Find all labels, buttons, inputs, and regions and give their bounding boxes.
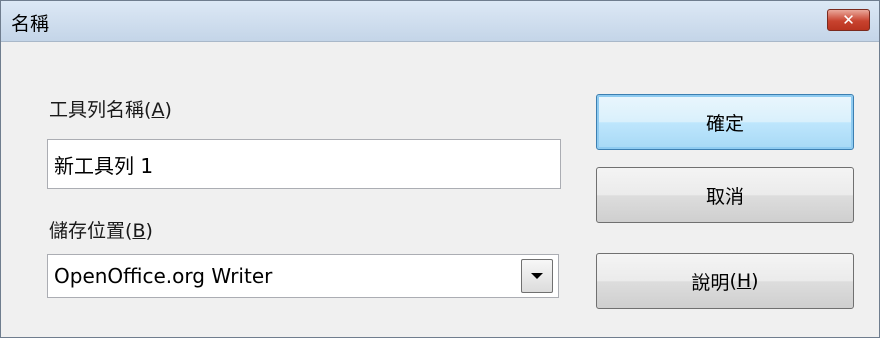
cancel-button[interactable]: 取消	[596, 167, 854, 223]
window-title: 名稱	[11, 13, 50, 35]
toolbar-name-input[interactable]: 新工具列 1	[47, 139, 561, 189]
name-dialog: 名稱 ✕ 工具列名稱(A) 新工具列 1 儲存位置(B) OpenOffice.…	[0, 0, 880, 338]
ok-button[interactable]: 確定	[596, 94, 854, 150]
toolbar-name-label: 工具列名稱(A)	[49, 99, 172, 121]
save-location-label: 儲存位置(B)	[49, 220, 153, 242]
dropdown-button[interactable]	[521, 259, 553, 293]
chevron-down-icon	[531, 273, 543, 279]
close-button[interactable]: ✕	[827, 9, 870, 31]
save-location-select[interactable]: OpenOffice.org Writer	[47, 254, 559, 298]
close-icon: ✕	[842, 11, 855, 29]
help-button[interactable]: 說明(H)	[596, 253, 854, 309]
title-bar: 名稱 ✕	[1, 1, 879, 42]
